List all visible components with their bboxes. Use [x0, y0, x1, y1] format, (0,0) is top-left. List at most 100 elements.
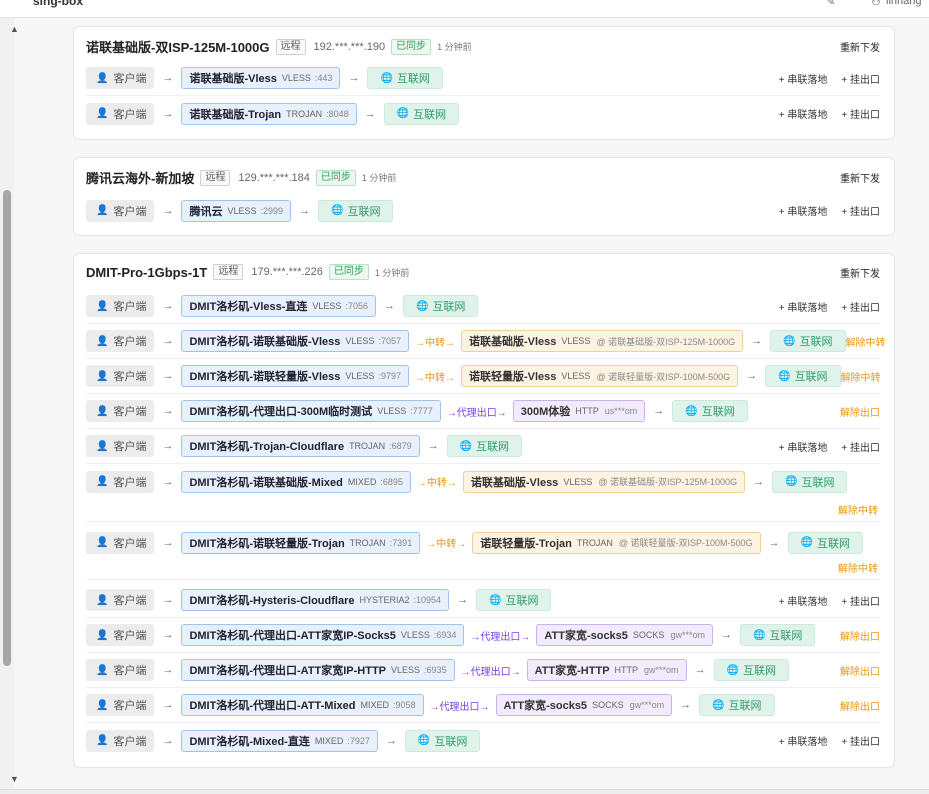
route-row: 👤 客户端 → 腾讯云 VLESS:2999 → 🌐 互联网 + 串联落地 + 挂出口 — [86, 193, 880, 228]
user-name[interactable]: linhang — [886, 0, 921, 7]
scrollbar-thumb[interactable] — [3, 190, 11, 666]
scroll-up-arrow-icon[interactable]: ▲ — [10, 24, 19, 34]
relay-target-chip[interactable]: 诺联基础版-Vless VLESS @ 诺联基础版-双ISP-125M-1000G — [460, 330, 744, 352]
client-chip: 👤 客户端 — [86, 694, 155, 716]
inbound-chip[interactable]: DMIT洛杉矶-Hysteris-Cloudflare HYSTERIA2:109… — [181, 589, 450, 611]
client-chip: 👤 客户端 — [86, 589, 155, 611]
internet-chip: 🌐 互联网 — [699, 694, 775, 716]
remove-relay-button[interactable]: 解除中转 — [841, 369, 881, 384]
user-icon: 👤 — [96, 108, 109, 119]
sync-time: 1 分钟前 — [361, 173, 397, 183]
remove-relay-button[interactable]: 解除中转 — [838, 560, 878, 575]
route-row: 👤 客户端 → 诺联基础版-Vless VLESS:443 → 🌐 互联网 + 串联落… — [86, 61, 880, 96]
inbound-chip[interactable]: DMIT洛杉矶-代理出口-ATT-Mixed MIXED:9058 — [181, 694, 424, 716]
redeploy-button[interactable]: 重新下发 — [840, 265, 880, 280]
client-chip: 👤 客户端 — [86, 729, 155, 752]
proxy-target-chip[interactable]: 300M体验 HTTP us***om — [512, 400, 646, 422]
remove-exit-button[interactable]: 解除出口 — [840, 698, 880, 713]
server-name: DMIT-Pro-1Gbps-1T — [86, 264, 208, 280]
add-chain-button[interactable]: + 串联落地 — [779, 106, 828, 121]
internet-chip: 🌐 互联网 — [402, 295, 479, 317]
relay-target-chip[interactable]: 诺联轻量版-Trojan TROJAN @ 诺联轻量版-双ISP-100M-500G — [472, 531, 761, 554]
relay-label: →中转→ — [416, 478, 457, 489]
remove-relay-button[interactable]: 解除中转 — [846, 334, 886, 349]
remove-exit-button[interactable]: 解除出口 — [840, 628, 880, 643]
internet-chip: 🌐 互联网 — [367, 67, 443, 89]
remote-tag: 远程 — [200, 169, 231, 186]
server-card: 诺联基础版-双ISP-125M-1000G 远程 192.***.***.190… — [73, 26, 895, 140]
proxy-target-chip[interactable]: ATT家宽-socks5 SOCKS gw***om — [495, 694, 673, 716]
inbound-chip[interactable]: DMIT洛杉矶-Vless-直连 VLESS:7056 — [181, 295, 376, 317]
route-row: 👤 客户端 → DMIT洛杉矶-诺联轻量版-Vless VLESS:9797 →中转… — [86, 359, 881, 394]
client-chip: 👤 客户端 — [86, 67, 155, 89]
add-chain-button[interactable]: + 串联落地 — [779, 71, 828, 86]
relay-label: →中转→ — [414, 372, 455, 384]
relay-target-chip[interactable]: 诺联基础版-Vless VLESS @ 诺联基础版-双ISP-125M-1000G — [462, 470, 746, 493]
globe-icon: 🌐 — [800, 537, 813, 548]
inbound-chip[interactable]: 诺联基础版-Vless VLESS:443 — [181, 67, 341, 89]
server-ip: 192.***.***.190 — [313, 40, 386, 53]
add-exit-button[interactable]: + 挂出口 — [841, 71, 880, 86]
internet-chip: 🌐 互联网 — [383, 102, 460, 125]
globe-icon: 🌐 — [685, 405, 698, 417]
user-icon[interactable]: ⚇ — [871, 0, 881, 8]
inbound-chip[interactable]: DMIT洛杉矶-Mixed-直连 MIXED:7927 — [181, 729, 378, 752]
redeploy-button[interactable]: 重新下发 — [840, 170, 880, 185]
inbound-chip[interactable]: DMIT洛杉矶-诺联基础版-Vless VLESS:7057 — [181, 330, 409, 352]
arrow-icon: → — [680, 699, 692, 711]
edit-icon[interactable]: ✎ — [826, 0, 835, 8]
inbound-chip[interactable]: DMIT洛杉矶-诺联基础版-Mixed MIXED:6895 — [181, 470, 411, 493]
user-icon: 👤 — [96, 405, 109, 417]
add-exit-button[interactable]: + 挂出口 — [841, 299, 880, 314]
inbound-chip[interactable]: 腾讯云 VLESS:2999 — [181, 199, 292, 222]
internet-chip: 🌐 互联网 — [713, 659, 789, 681]
user-icon: 👤 — [96, 440, 109, 452]
proxy-exit-label: →代理出口→ — [460, 666, 521, 678]
remove-exit-button[interactable]: 解除出口 — [840, 404, 880, 419]
scroll-down-arrow-icon[interactable]: ▼ — [10, 774, 19, 784]
vertical-scrollbar[interactable]: ▲ ▼ — [0, 18, 19, 794]
globe-icon: 🌐 — [415, 300, 429, 312]
client-chip: 👤 客户端 — [86, 624, 155, 646]
add-exit-button[interactable]: + 挂出口 — [841, 203, 880, 218]
add-chain-button[interactable]: + 串联落地 — [779, 203, 828, 218]
inbound-chip[interactable]: 诺联基础版-Trojan TROJAN:8048 — [181, 102, 357, 125]
arrow-icon: → — [383, 300, 395, 312]
sync-time: 1 分钟前 — [374, 267, 410, 278]
proxy-target-chip[interactable]: ATT家宽-socks5 SOCKS gw***om — [536, 624, 713, 646]
add-exit-button[interactable]: + 挂出口 — [841, 439, 880, 454]
inbound-chip[interactable]: DMIT洛杉矶-代理出口-ATT家宽IP-HTTP VLESS:6935 — [181, 659, 455, 681]
remove-relay-button[interactable]: 解除中转 — [838, 502, 878, 517]
inbound-chip[interactable]: DMIT洛杉矶-诺联轻量版-Trojan TROJAN:7391 — [181, 531, 421, 554]
proxy-exit-label: →代理出口→ — [470, 631, 531, 643]
inbound-chip[interactable]: DMIT洛杉矶-诺联轻量版-Vless VLESS:9797 — [181, 365, 409, 387]
internet-chip: 🌐 互联网 — [476, 589, 552, 611]
remove-exit-button[interactable]: 解除出口 — [840, 663, 880, 678]
inbound-chip[interactable]: DMIT洛杉矶-Trojan-Cloudflare TROJAN:6879 — [181, 435, 420, 457]
add-chain-button[interactable]: + 串联落地 — [779, 299, 828, 314]
internet-chip: 🌐 互联网 — [787, 531, 863, 554]
arrow-icon: → — [162, 204, 174, 217]
add-exit-button[interactable]: + 挂出口 — [841, 733, 880, 748]
redeploy-button[interactable]: 重新下发 — [840, 39, 880, 54]
add-chain-button[interactable]: + 串联落地 — [779, 439, 828, 454]
add-exit-button[interactable]: + 挂出口 — [841, 106, 880, 121]
inbound-chip[interactable]: DMIT洛杉矶-代理出口-ATT家宽IP-Socks5 VLESS:6934 — [181, 624, 465, 646]
add-chain-button[interactable]: + 串联落地 — [779, 733, 828, 748]
proxy-target-chip[interactable]: ATT家宽-HTTP HTTP gw***om — [526, 659, 687, 681]
inbound-chip[interactable]: DMIT洛杉矶-代理出口-300M临时测试 VLESS:7777 — [181, 400, 441, 422]
arrow-icon: → — [299, 204, 311, 217]
relay-target-chip[interactable]: 诺联轻量版-Vless VLESS @ 诺联轻量版-双ISP-100M-500G — [460, 365, 739, 387]
arrow-icon: → — [427, 440, 439, 452]
arrow-icon: → — [746, 370, 758, 382]
arrow-icon: → — [162, 107, 174, 120]
add-chain-button[interactable]: + 串联落地 — [779, 593, 828, 608]
route-row: 👤 客户端 → DMIT洛杉矶-诺联基础版-Mixed MIXED:6895 →中转… — [86, 464, 880, 522]
arrow-icon: → — [653, 405, 665, 417]
synced-badge: 已同步 — [391, 38, 432, 55]
user-icon: 👤 — [96, 537, 109, 548]
arrow-icon: → — [162, 629, 174, 641]
add-exit-button[interactable]: + 挂出口 — [841, 593, 880, 608]
arrow-icon: → — [348, 72, 360, 84]
horizontal-scrollbar[interactable] — [0, 789, 929, 794]
